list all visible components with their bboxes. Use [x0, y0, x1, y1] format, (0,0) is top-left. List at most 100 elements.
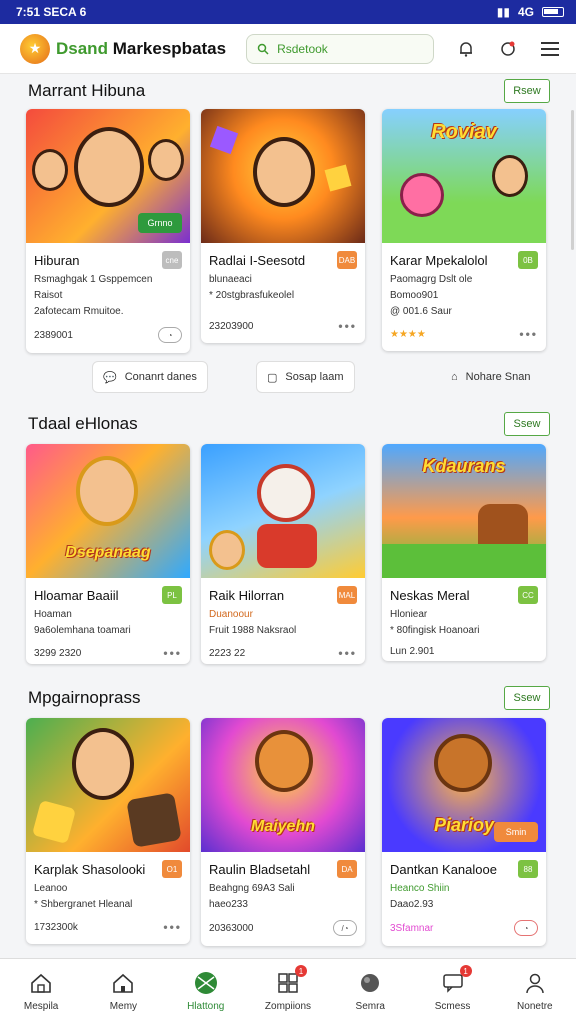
card-count: 1732300k	[34, 921, 78, 933]
card-line: @ 001.6 Saur	[390, 306, 452, 317]
more-icon[interactable]: •••	[163, 646, 182, 660]
card-badge-icon[interactable]: ◔	[158, 327, 182, 343]
card-line: Heanco Shiin	[390, 883, 450, 894]
chip-button[interactable]: ⌂ Nohare Snan	[440, 361, 541, 393]
chat-icon: 💬	[103, 371, 117, 384]
nav-item-nonetre[interactable]: Nonetre	[494, 959, 576, 1024]
card-line: blunaeaci	[209, 274, 252, 285]
see-all-button[interactable]: Ssew	[504, 686, 550, 710]
card-title: Karplak Shasolooki	[34, 861, 146, 877]
card-tag: CC	[518, 586, 538, 604]
house-icon: ⌂	[451, 371, 458, 383]
game-thumbnail: Roviav	[382, 109, 546, 243]
card-count: 2223 22	[209, 647, 246, 659]
nav-item-memy[interactable]: Memy	[82, 959, 164, 1024]
play-pill[interactable]: Smin	[494, 822, 538, 842]
card-count: 3Sfamnar	[390, 922, 434, 934]
card-tag: DAB	[337, 251, 357, 269]
more-icon[interactable]: •••	[338, 319, 357, 333]
nav-item-mespila[interactable]: Mespila	[0, 959, 82, 1024]
refresh-icon[interactable]	[496, 37, 520, 61]
card-tag: PL	[162, 586, 182, 604]
card-title: Dantkan Kanalooe	[390, 861, 497, 877]
card-tag: MAL	[337, 586, 357, 604]
game-thumbnail: Maiyehn	[201, 718, 365, 852]
notification-badge: 1	[294, 965, 307, 977]
game-card[interactable]: Dsepanaag Hloamar Baaiil PL Hoaman 9a6ol…	[26, 444, 190, 664]
card-title: Karar Mpekalolol	[390, 252, 488, 268]
home-icon	[28, 971, 54, 995]
card-line: 2afotecam Rmuitoe.	[34, 306, 124, 317]
nav-item-scmess[interactable]: 1 Scmess	[411, 959, 493, 1024]
game-card[interactable]: Kdaurans Neskas Meral CC Hloniear * 80fi…	[382, 444, 546, 661]
card-line: Bomoo901	[390, 290, 439, 301]
card-tag: 0B	[518, 251, 538, 269]
game-card[interactable]: Grnno Hiburan cne Rsmaghgak 1 Gsppemcen …	[26, 109, 190, 353]
card-line: Leanoo	[34, 883, 68, 894]
section-title: Marrant Hibuna	[28, 81, 146, 100]
card-line: Beahgng 69A3 Sali	[209, 883, 295, 894]
chip-button[interactable]: ▢ Sosap laam	[256, 361, 355, 393]
bell-icon[interactable]	[454, 37, 478, 61]
card-line: Rsmaghgak 1 Gsppemcen	[34, 274, 153, 285]
card-line: Raisot	[34, 290, 63, 301]
logo-icon: ★	[20, 33, 50, 64]
game-thumbnail	[26, 718, 190, 852]
card-line: Fruit 1988 Naksraol	[209, 625, 297, 636]
section-title: Mpgairnoprass	[28, 688, 141, 707]
nav-item-hlattong[interactable]: Hlattong	[165, 959, 247, 1024]
section-title: Tdaal eHlonas	[28, 414, 138, 433]
square-icon: ▢	[267, 371, 278, 384]
card-line: Duanoour	[209, 609, 253, 620]
card-line: Hoaman	[34, 609, 72, 620]
notification-badge: 1	[459, 965, 472, 977]
card-count: 2389001	[34, 329, 73, 341]
play-pill[interactable]: Grnno	[138, 213, 182, 233]
card-line: haeo233	[209, 899, 248, 910]
person-icon	[522, 971, 548, 995]
status-time: 7:51 SECA 6	[16, 5, 87, 19]
card-line: * 80fingisk Hoanoari	[390, 625, 480, 636]
card-badge-icon[interactable]: /◔	[333, 920, 357, 936]
card-title: Raulin Bladsetahl	[209, 861, 311, 877]
menu-icon[interactable]	[538, 37, 562, 61]
game-card[interactable]: Raik Hilorran MAL Duanoour Fruit 1988 Na…	[201, 444, 365, 664]
game-card[interactable]: Karplak Shasolooki O1 Leanoo * Shbergran…	[26, 718, 190, 944]
chip-button[interactable]: 💬 Conanrt danes	[92, 361, 208, 393]
game-card[interactable]: Radlai I-Seesotd DAB blunaeaci * 20stgbr…	[201, 109, 365, 343]
card-line: Hloniear	[390, 609, 428, 620]
bottom-navigation: Mespila Memy Hlattong 1 Zompiions Semra …	[0, 958, 576, 1024]
section-header: Marrant Hibuna Rsew	[28, 79, 550, 103]
game-thumbnail	[201, 109, 365, 243]
card-tag: 88	[518, 860, 538, 878]
scrollbar[interactable]	[571, 110, 574, 250]
card-badge-icon[interactable]: ◔	[514, 920, 538, 936]
nav-item-zompiions[interactable]: 1 Zompiions	[247, 959, 329, 1024]
game-logo-text: Dsepanaag	[65, 544, 151, 561]
grid-icon: 1	[275, 965, 307, 995]
card-title: Neskas Meral	[390, 587, 470, 603]
game-card[interactable]: Piarioy Smin Dantkan Kanalooe 88 Heanco …	[382, 718, 546, 946]
card-tag: cne	[162, 251, 182, 269]
home-alt-icon	[110, 971, 136, 995]
ball-icon	[357, 971, 383, 995]
more-icon[interactable]: •••	[163, 920, 182, 934]
game-thumbnail: Dsepanaag	[26, 444, 190, 578]
search-input[interactable]: Rsdetook	[246, 33, 435, 64]
card-title: Raik Hilorran	[209, 587, 285, 603]
nav-item-semra[interactable]: Semra	[329, 959, 411, 1024]
card-tag: O1	[162, 860, 182, 878]
message-icon: 1	[440, 965, 472, 995]
battery-icon	[542, 7, 564, 17]
status-bar: 7:51 SECA 6 ▮▮ 4G	[0, 0, 576, 24]
section-header: Tdaal eHlonas Ssew	[28, 412, 550, 436]
game-card[interactable]: Maiyehn Raulin Bladsetahl DA Beahgng 69A…	[201, 718, 365, 946]
basketball-icon	[193, 971, 219, 995]
more-icon[interactable]: •••	[338, 646, 357, 660]
game-card[interactable]: Roviav Karar Mpekalolol 0B Paomagrg Dslt…	[382, 109, 546, 351]
see-all-button[interactable]: Ssew	[504, 412, 550, 436]
see-all-button[interactable]: Rsew	[504, 79, 550, 103]
signal-icon: ▮▮	[496, 5, 510, 19]
card-title: Hiburan	[34, 252, 80, 268]
more-icon[interactable]: •••	[519, 327, 538, 341]
